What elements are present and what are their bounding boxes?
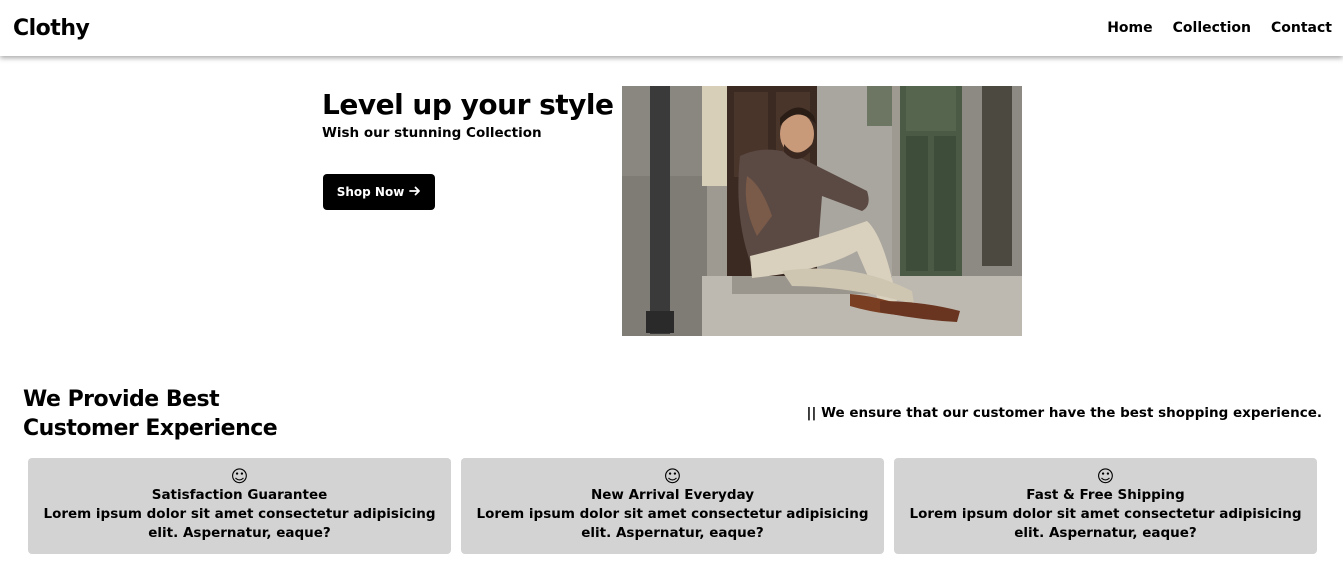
brand-logo[interactable]: Clothy [13,16,90,41]
smiley-icon: ☺ [1096,467,1115,487]
feature-card-title: Fast & Free Shipping [1026,487,1185,503]
feature-card-shipping: ☺ Fast & Free Shipping Lorem ipsum dolor… [894,458,1317,554]
hero-text: Level up your style Wish our stunning Co… [322,86,614,210]
section-note: || We ensure that our customer have the … [806,405,1322,421]
section-title-line1: We Provide Best [23,387,220,412]
feature-cards: ☺ Satisfaction Guarantee Lorem ipsum dol… [28,458,1317,554]
hero-title: Level up your style [322,88,614,121]
smiley-icon: ☺ [230,467,249,487]
section-title: We Provide Best Customer Experience [23,385,278,443]
shop-now-label: Shop Now [336,185,405,199]
feature-card-satisfaction: ☺ Satisfaction Guarantee Lorem ipsum dol… [28,458,451,554]
navbar: Clothy Home Collection Contact [0,0,1343,56]
smiley-icon: ☺ [663,467,682,487]
feature-card-new-arrival: ☺ New Arrival Everyday Lorem ipsum dolor… [461,458,884,554]
feature-card-text: Lorem ipsum dolor sit amet consectetur a… [909,506,1302,541]
section-title-line2: Customer Experience [23,416,278,441]
nav-link-collection[interactable]: Collection [1173,20,1251,36]
nav-link-home[interactable]: Home [1107,20,1152,36]
arrow-right-icon [409,185,421,200]
hero-image [622,86,1022,336]
feature-card-title: New Arrival Everyday [590,487,755,503]
nav-link-contact[interactable]: Contact [1271,20,1332,36]
feature-card-title: Satisfaction Guarantee [151,487,328,503]
feature-card-text: Lorem ipsum dolor sit amet consectetur a… [43,506,436,541]
hero-subtitle: Wish our stunning Collection [322,125,542,141]
nav-links: Home Collection Contact [1107,20,1332,36]
feature-card-text: Lorem ipsum dolor sit amet consectetur a… [476,506,869,541]
shop-now-button[interactable]: Shop Now [323,174,435,210]
